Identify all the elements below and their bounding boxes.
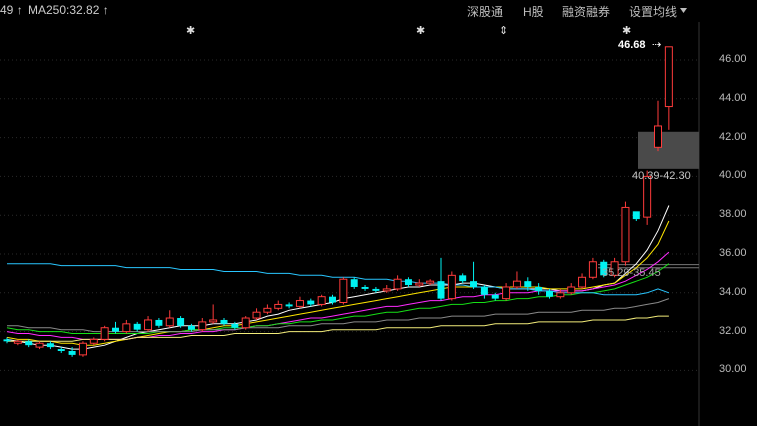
candle-body-up bbox=[426, 280, 435, 284]
candle-body-up bbox=[317, 296, 326, 305]
event-marker[interactable]: ✱ bbox=[622, 24, 631, 37]
candle-body-down bbox=[535, 286, 543, 291]
candle-body-up bbox=[198, 321, 207, 331]
moving-average-line bbox=[6, 220, 670, 346]
event-marker[interactable]: ✱ bbox=[186, 24, 195, 37]
candle-body-up bbox=[209, 319, 218, 323]
candle-body-up bbox=[621, 206, 630, 263]
candle-body-down bbox=[187, 325, 195, 330]
event-marker-arrow[interactable]: ⇕ bbox=[499, 24, 508, 37]
y-tick-label: 34.00 bbox=[719, 285, 747, 298]
candle-body-up bbox=[512, 280, 521, 288]
moving-average-line bbox=[6, 263, 670, 334]
candle-body-down bbox=[285, 304, 293, 307]
candle-body-up bbox=[295, 300, 304, 307]
candle-body-down bbox=[220, 319, 228, 324]
candle-body-up bbox=[241, 317, 250, 329]
candle-body-up bbox=[100, 327, 109, 340]
candle-body-down bbox=[632, 211, 640, 220]
candle-body-down bbox=[155, 319, 163, 326]
candle-body-down bbox=[459, 275, 467, 282]
y-tick-label: 40.00 bbox=[719, 169, 747, 182]
y-tick-label: 30.00 bbox=[719, 363, 747, 376]
candle-body-up bbox=[567, 286, 576, 294]
y-tick-label: 44.00 bbox=[719, 91, 747, 104]
candle-body-down bbox=[68, 351, 76, 355]
candle-body-down bbox=[3, 339, 11, 342]
candle-body-down bbox=[437, 281, 445, 299]
candlestick-chart[interactable] bbox=[0, 0, 757, 426]
candle-body-down bbox=[546, 290, 553, 297]
candle-body-up bbox=[339, 278, 348, 304]
y-tick-label: 32.00 bbox=[719, 324, 747, 337]
candle-body-down bbox=[177, 318, 185, 326]
candle-body-up bbox=[664, 46, 673, 108]
candle-body-up bbox=[654, 125, 662, 148]
candle-body-down bbox=[133, 323, 141, 330]
upper-gap-label: 40.39-42.30 bbox=[632, 170, 691, 182]
candle-body-up bbox=[556, 292, 565, 298]
candle-body-down bbox=[25, 341, 33, 346]
candle-body-down bbox=[57, 349, 65, 351]
candle-body-up bbox=[274, 303, 283, 309]
y-tick-label: 46.00 bbox=[719, 53, 747, 65]
candle-body-down bbox=[350, 279, 358, 287]
candle-body-up bbox=[263, 307, 272, 313]
candle-body-up bbox=[415, 282, 424, 286]
candle-body-down bbox=[372, 288, 380, 291]
candle-body-down bbox=[491, 294, 499, 299]
candle-body-down bbox=[329, 296, 336, 303]
candle-body-down bbox=[361, 286, 369, 289]
candle-body-up bbox=[122, 323, 131, 333]
candle-body-down bbox=[307, 300, 315, 305]
event-marker[interactable]: ✱ bbox=[416, 24, 425, 37]
candle-body-up bbox=[447, 274, 456, 300]
lower-gap-label: 35.29-35.45 bbox=[602, 267, 661, 279]
y-tick-label: 38.00 bbox=[719, 208, 747, 221]
candle-body-up bbox=[502, 286, 511, 300]
candle-body-down bbox=[112, 327, 119, 332]
candle-body-up bbox=[89, 338, 98, 344]
y-tick-label: 42.00 bbox=[719, 130, 747, 143]
candle-body-up bbox=[144, 319, 153, 331]
high-price-arrow-icon: ⇢ bbox=[652, 39, 662, 51]
candle-body-up bbox=[382, 288, 391, 292]
candle-body-down bbox=[470, 281, 478, 287]
candle-body-up bbox=[35, 342, 44, 348]
candle-body-down bbox=[480, 286, 488, 295]
candle-body-up bbox=[165, 317, 174, 327]
candle-body-up bbox=[588, 261, 597, 278]
candle-body-down bbox=[46, 343, 54, 348]
gap-zone-upper bbox=[638, 131, 699, 169]
y-tick-label: 36.00 bbox=[719, 247, 747, 259]
candle-body-up bbox=[78, 342, 87, 356]
candle-body-down bbox=[231, 323, 239, 328]
candle-body-up bbox=[643, 175, 652, 218]
high-price-label: 46.68 bbox=[618, 39, 646, 51]
candle-body-up bbox=[393, 278, 402, 290]
candle-body-down bbox=[524, 281, 532, 287]
candle-body-up bbox=[252, 311, 261, 319]
candle-body-up bbox=[13, 340, 22, 344]
candle-body-up bbox=[578, 276, 587, 288]
candle-body-down bbox=[404, 279, 412, 286]
